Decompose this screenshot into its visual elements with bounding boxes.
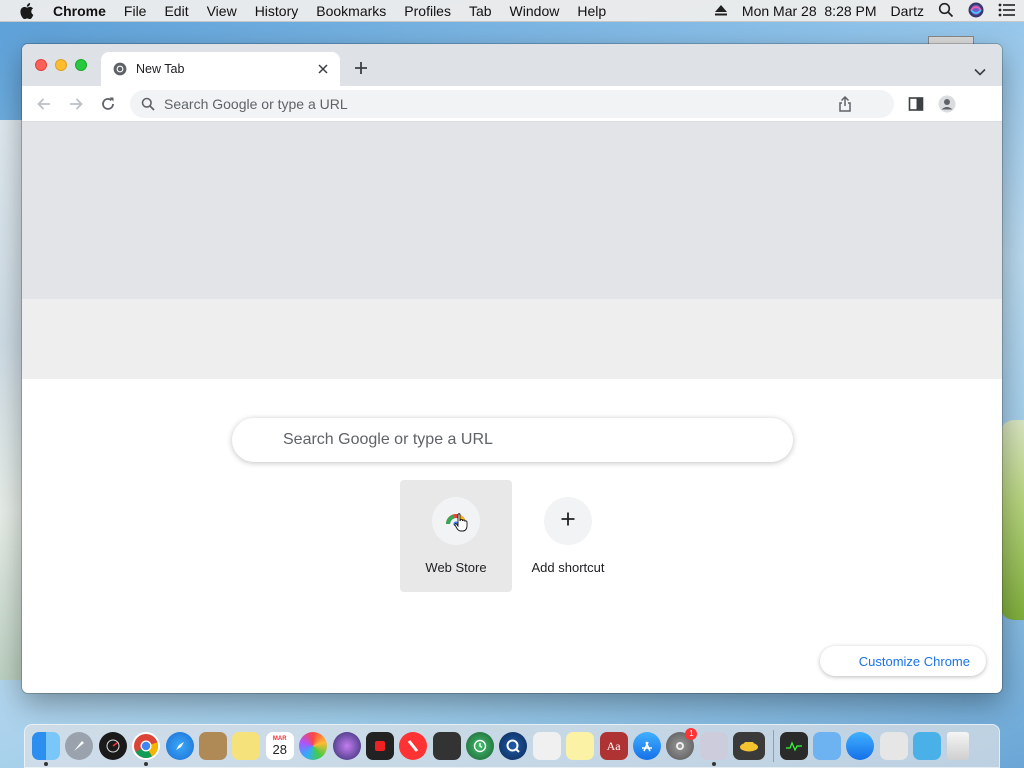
address-bar[interactable]	[130, 90, 894, 118]
tab-new-tab[interactable]: New Tab	[101, 52, 340, 86]
side-panel-icon[interactable]	[907, 95, 925, 113]
dock: MAR 28 Aa 1	[24, 724, 1000, 768]
ntp-band-bottom	[22, 299, 1002, 379]
app-store-icon[interactable]	[633, 732, 662, 760]
dashboard-icon[interactable]	[98, 732, 127, 760]
forward-arrow-icon[interactable]	[67, 95, 85, 113]
chrome-favicon-icon	[113, 62, 127, 76]
siri-dock-icon[interactable]	[332, 732, 361, 760]
eject-icon[interactable]	[714, 3, 728, 19]
photos-icon[interactable]	[299, 732, 328, 760]
plus-icon	[561, 512, 575, 531]
minimize-window-button[interactable]	[55, 59, 67, 71]
back-arrow-icon[interactable]	[35, 95, 53, 113]
dock-separator	[772, 730, 774, 762]
menu-view[interactable]: View	[207, 3, 237, 19]
shortcut-label: Add shortcut	[531, 560, 605, 575]
menu-tab[interactable]: Tab	[469, 3, 492, 19]
system-preferences-icon[interactable]: 1	[666, 728, 698, 760]
address-bar-input[interactable]	[164, 96, 764, 112]
running-indicator	[144, 762, 149, 766]
shortcut-label: Web Store	[425, 560, 487, 575]
shortcut-web-store[interactable]: Web Store	[400, 480, 512, 592]
mouse-pointer-hand-icon	[454, 513, 468, 533]
time-machine-icon[interactable]	[466, 732, 495, 760]
chrome-window: New Tab Search Google or type a URL Sear…	[22, 44, 1002, 693]
menu-bookmarks[interactable]: Bookmarks	[316, 3, 386, 19]
script-editor-icon[interactable]	[532, 732, 561, 760]
shortcut-icon-container	[432, 497, 480, 545]
applications-folder-icon[interactable]	[812, 732, 841, 760]
running-indicator	[44, 762, 48, 766]
calendar-day: 28	[272, 741, 287, 757]
close-tab-icon[interactable]	[315, 61, 331, 77]
app-store-folder-icon[interactable]	[846, 732, 875, 760]
quicktime-icon[interactable]	[499, 732, 528, 760]
menu-profiles[interactable]: Profiles	[404, 3, 451, 19]
menu-clock[interactable]: Mon Mar 28 8:28 PM	[742, 3, 877, 19]
running-indicator	[711, 762, 716, 766]
close-window-button[interactable]	[35, 59, 47, 71]
menu-help[interactable]: Help	[577, 3, 606, 19]
new-tab-icon[interactable]	[353, 60, 369, 76]
launchpad-icon[interactable]	[65, 732, 94, 760]
menu-app-name[interactable]: Chrome	[53, 3, 106, 19]
notes-icon[interactable]	[566, 732, 595, 760]
automator-icon[interactable]	[699, 732, 728, 766]
menu-edit[interactable]: Edit	[164, 3, 188, 19]
spotlight-icon[interactable]	[938, 2, 954, 21]
browser-toolbar	[22, 86, 1002, 122]
search-icon	[141, 97, 155, 111]
menu-window[interactable]: Window	[510, 3, 560, 19]
apple-menu-icon[interactable]	[19, 2, 39, 19]
shortcut-add[interactable]: Add shortcut	[512, 480, 624, 592]
tab-strip: New Tab	[22, 44, 1002, 86]
zoom-window-button[interactable]	[75, 59, 87, 71]
finder-icon[interactable]	[32, 732, 60, 766]
downloads-stack-icon[interactable]	[913, 732, 942, 760]
menu-user[interactable]: Dartz	[891, 3, 924, 19]
tab-search-chevron-icon[interactable]	[974, 63, 986, 76]
menu-bar: Chrome File Edit View History Bookmarks …	[0, 0, 1024, 22]
safari-icon[interactable]	[165, 732, 194, 760]
ntp-search-box[interactable]	[232, 418, 793, 462]
photo-booth-icon[interactable]	[365, 732, 394, 760]
dictionary-label: Aa	[606, 738, 621, 753]
reload-icon[interactable]	[99, 95, 117, 113]
window-controls	[35, 59, 95, 71]
trash-icon[interactable]	[946, 732, 969, 760]
share-icon[interactable]	[838, 95, 852, 112]
ntp-background-band	[22, 122, 1002, 379]
profile-avatar-icon[interactable]	[938, 95, 956, 113]
notification-badge: 1	[685, 728, 698, 740]
customize-chrome-button[interactable]: Customize Chrome	[820, 646, 986, 676]
image-app-icon[interactable]	[733, 732, 766, 760]
calendar-icon[interactable]: MAR 28	[265, 732, 294, 760]
stickies-icon[interactable]	[232, 732, 261, 760]
chrome-dock-icon[interactable]	[132, 732, 161, 766]
notification-center-icon[interactable]	[998, 3, 1016, 20]
ntp-search-input[interactable]	[283, 431, 763, 449]
activity-monitor-icon[interactable]	[779, 732, 808, 760]
contacts-stack-icon[interactable]	[879, 732, 908, 760]
news-icon[interactable]	[399, 732, 428, 760]
desktop-wallpaper-right	[1000, 420, 1024, 620]
ntp-band-top	[22, 122, 1002, 299]
photo-slideshow-icon[interactable]	[432, 732, 461, 760]
tab-title: New Tab	[136, 62, 185, 76]
notefile-icon[interactable]	[198, 732, 227, 760]
siri-icon[interactable]	[968, 2, 984, 21]
shortcut-icon-container	[544, 497, 592, 545]
menu-history[interactable]: History	[255, 3, 299, 19]
menu-file[interactable]: File	[124, 3, 147, 19]
dictionary-icon[interactable]: Aa	[599, 732, 628, 760]
